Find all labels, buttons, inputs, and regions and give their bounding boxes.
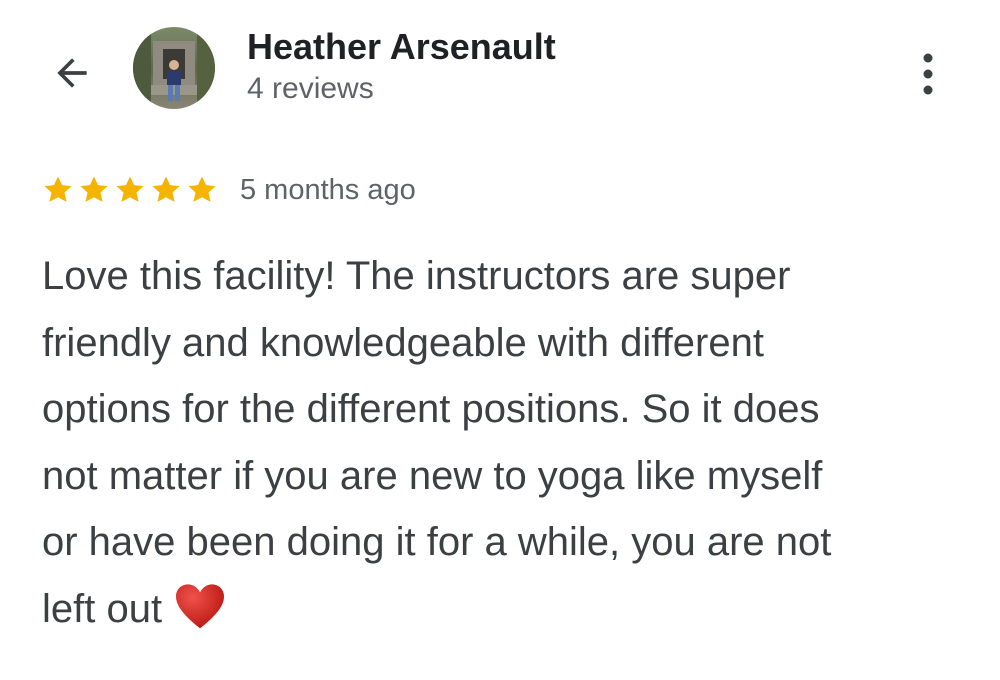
reviewer-name[interactable]: Heather Arsenault [247,27,556,67]
rating-row: 5 months ago [40,170,416,210]
more-vert-icon [923,53,933,95]
star-icon [152,176,180,202]
star-icon [80,176,108,202]
review-text-line: friendly and knowledgeable with differen… [42,320,764,365]
review-text-line: options for the different positions. So … [42,387,820,431]
review-text-line: Love this facility! The instructors are … [42,254,791,298]
review-text-line: left out [42,586,163,631]
star-icon [44,176,72,202]
more-options-button[interactable] [904,46,952,102]
back-button[interactable] [44,48,100,98]
star-rating [40,173,220,207]
arrow-back-icon [57,58,87,88]
review-text: Love this facility! The instructors are … [42,243,972,642]
review-count[interactable]: 4 reviews [247,72,374,106]
review-time: 5 months ago [240,174,416,206]
star-icon [116,176,144,202]
avatar-photo [133,27,215,109]
heart-emoji-icon [176,583,225,628]
review-text-line: or have been doing it for a while, you a… [42,520,832,564]
star-icon [188,176,216,202]
avatar[interactable] [133,27,215,109]
review-last-line: left out [42,576,972,643]
reviewer-header: Heather Arsenault 4 reviews [0,0,1000,130]
review-text-line: not matter if you are new to yoga like m… [42,453,823,498]
